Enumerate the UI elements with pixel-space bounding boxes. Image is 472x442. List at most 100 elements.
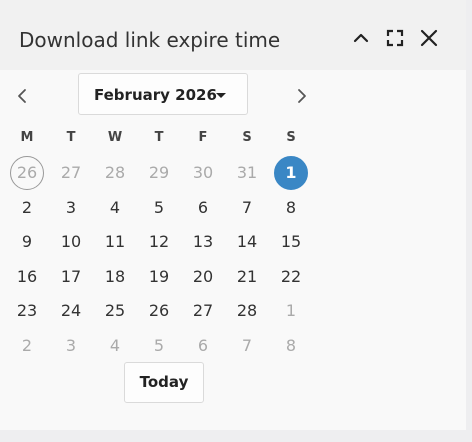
calendar-day[interactable]: 23 bbox=[5, 294, 49, 329]
calendar-day-outside-month[interactable]: 28 bbox=[93, 156, 137, 191]
calendar-day[interactable]: 7 bbox=[225, 191, 269, 226]
day-number: 15 bbox=[280, 232, 302, 251]
calendar-day[interactable]: 9 bbox=[5, 225, 49, 260]
calendar-day[interactable]: 28 bbox=[225, 294, 269, 329]
weekday-label: W bbox=[107, 130, 123, 145]
day-number: 23 bbox=[16, 301, 38, 320]
close-button[interactable] bbox=[418, 27, 440, 49]
calendar-day[interactable]: 16 bbox=[5, 260, 49, 295]
calendar-day[interactable]: 4 bbox=[93, 191, 137, 226]
day-number: 24 bbox=[60, 301, 82, 320]
chevron-left-icon bbox=[18, 89, 26, 103]
calendar-day-outside-month[interactable]: 3 bbox=[49, 329, 93, 364]
calendar-day[interactable]: 20 bbox=[181, 260, 225, 295]
chevron-right-icon bbox=[298, 89, 306, 103]
date-picker-dialog: Download link expire time February 2026 bbox=[0, 0, 466, 430]
weekday-label: T bbox=[66, 130, 76, 145]
calendar-day-outside-month[interactable]: 27 bbox=[49, 156, 93, 191]
day-number: 9 bbox=[21, 232, 33, 251]
calendar-day[interactable]: 6 bbox=[181, 191, 225, 226]
calendar-day[interactable]: 21 bbox=[225, 260, 269, 295]
day-number: 27 bbox=[60, 163, 82, 182]
calendar-day[interactable]: 5 bbox=[137, 191, 181, 226]
calendar-day[interactable]: 11 bbox=[93, 225, 137, 260]
calendar-day[interactable]: 24 bbox=[49, 294, 93, 329]
calendar-day[interactable]: 22 bbox=[269, 260, 313, 295]
day-number: 4 bbox=[109, 335, 121, 355]
calendar-day-outside-month[interactable]: 5 bbox=[137, 329, 181, 364]
caret-down-icon bbox=[216, 93, 226, 98]
today-button[interactable]: Today bbox=[124, 362, 204, 403]
calendar-day-outside-month[interactable]: 1 bbox=[269, 294, 313, 329]
day-number: 4 bbox=[109, 197, 121, 217]
calendar-day[interactable]: 18 bbox=[93, 260, 137, 295]
dialog-header: Download link expire time bbox=[0, 0, 466, 70]
month-year-label: February 2026 bbox=[94, 86, 217, 104]
calendar-day[interactable]: 15 bbox=[269, 225, 313, 260]
day-number: 25 bbox=[104, 301, 126, 320]
calendar-day-outside-month[interactable]: 4 bbox=[93, 329, 137, 364]
calendar-day[interactable]: 25 bbox=[93, 294, 137, 329]
calendar-day[interactable]: 17 bbox=[49, 260, 93, 295]
day-number: 1 bbox=[274, 156, 308, 190]
previous-month-button[interactable] bbox=[14, 87, 32, 105]
calendar-day[interactable]: 27 bbox=[181, 294, 225, 329]
day-number: 28 bbox=[236, 301, 258, 320]
day-number: 27 bbox=[192, 301, 214, 320]
day-number: 26 bbox=[148, 301, 170, 320]
dialog-title: Download link expire time bbox=[19, 28, 281, 52]
day-number: 6 bbox=[197, 197, 209, 217]
calendar-day-outside-month[interactable]: 2 bbox=[5, 329, 49, 364]
day-number: 17 bbox=[60, 266, 82, 286]
day-number: 5 bbox=[153, 197, 165, 217]
calendar-day[interactable]: 12 bbox=[137, 225, 181, 260]
weekday-header-row: MTWTFSS bbox=[5, 128, 313, 148]
calendar-day[interactable]: 13 bbox=[181, 225, 225, 260]
day-number: 5 bbox=[153, 335, 165, 355]
calendar-day[interactable]: 19 bbox=[137, 260, 181, 295]
day-number: 19 bbox=[148, 266, 170, 286]
day-number: 7 bbox=[241, 197, 253, 217]
calendar-day[interactable]: 1 bbox=[269, 156, 313, 191]
weekday-label: F bbox=[198, 130, 208, 145]
calendar-day[interactable]: 14 bbox=[225, 225, 269, 260]
day-number: 21 bbox=[236, 266, 258, 286]
calendar-day[interactable]: 3 bbox=[49, 191, 93, 226]
calendar-day[interactable]: 26 bbox=[137, 294, 181, 329]
day-number: 28 bbox=[104, 163, 126, 182]
calendar-day-outside-month[interactable]: 26 bbox=[5, 156, 49, 191]
day-number: 7 bbox=[241, 335, 253, 355]
day-number: 3 bbox=[65, 197, 77, 217]
day-number: 6 bbox=[197, 335, 209, 355]
calendar-day-outside-month[interactable]: 6 bbox=[181, 329, 225, 364]
fullscreen-icon bbox=[386, 29, 404, 47]
day-number: 26 bbox=[10, 156, 44, 190]
day-number: 31 bbox=[236, 163, 258, 182]
day-number: 16 bbox=[16, 266, 38, 286]
calendar-day[interactable]: 2 bbox=[5, 191, 49, 226]
calendar-day-outside-month[interactable]: 7 bbox=[225, 329, 269, 364]
day-number: 8 bbox=[285, 335, 297, 355]
calendar-day-outside-month[interactable]: 29 bbox=[137, 156, 181, 191]
fullscreen-button[interactable] bbox=[384, 27, 406, 49]
month-year-dropdown[interactable]: February 2026 bbox=[78, 73, 248, 115]
calendar-day-outside-month[interactable]: 8 bbox=[269, 329, 313, 364]
day-number: 2 bbox=[21, 197, 33, 217]
day-number: 20 bbox=[192, 266, 214, 286]
next-month-button[interactable] bbox=[292, 87, 310, 105]
weekday-label: M bbox=[20, 130, 34, 145]
calendar-day-outside-month[interactable]: 30 bbox=[181, 156, 225, 191]
day-number: 18 bbox=[104, 266, 126, 286]
calendar-day-outside-month[interactable]: 31 bbox=[225, 156, 269, 191]
weekday-label: T bbox=[154, 130, 164, 145]
weekday-label: S bbox=[242, 130, 252, 145]
calendar-day[interactable]: 8 bbox=[269, 191, 313, 226]
day-number: 3 bbox=[65, 335, 77, 355]
day-number: 8 bbox=[285, 197, 297, 217]
close-icon bbox=[420, 29, 438, 47]
day-number: 30 bbox=[192, 163, 214, 182]
day-number: 12 bbox=[148, 232, 170, 251]
calendar-day[interactable]: 10 bbox=[49, 225, 93, 260]
collapse-button[interactable] bbox=[350, 27, 372, 49]
day-number: 1 bbox=[285, 301, 297, 320]
